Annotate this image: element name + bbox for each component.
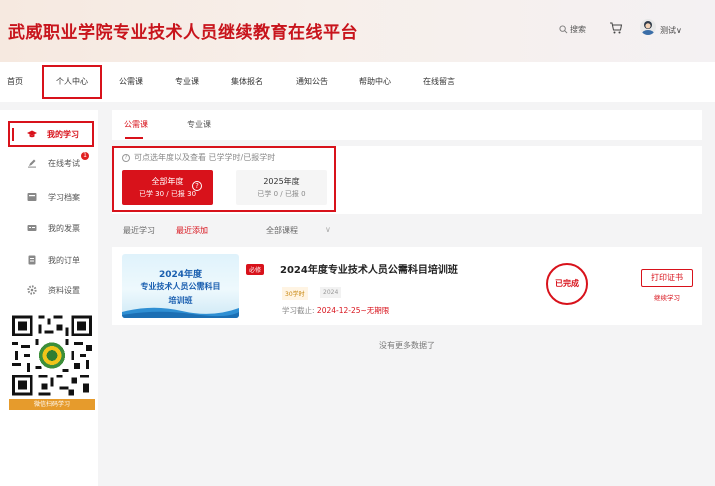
search-icon <box>559 25 568 34</box>
avatar[interactable] <box>640 19 656 35</box>
thumb-wave-decoration <box>122 307 239 318</box>
sidebar-item-label: 我的订单 <box>48 255 80 265</box>
active-indicator <box>12 128 14 141</box>
filter-recent-study[interactable]: 最近学习 <box>123 225 155 236</box>
qr-label: 微信扫码学习 <box>9 399 95 410</box>
year-hint: ? 可点选年度以及查看 已学学时/已报学时 <box>122 152 275 163</box>
main-nav: 首页 个人中心 公需课 专业课 集体报名 通知公告 帮助中心 在线留言 <box>0 62 715 102</box>
thumb-subtitle: 专业技术人员公需科目 <box>140 282 221 291</box>
tab-public-courses[interactable]: 公需课 <box>124 119 148 130</box>
graduation-cap-icon <box>27 130 37 138</box>
deadline-label: 学习截止: <box>282 306 315 315</box>
order-icon <box>28 255 36 265</box>
print-certificate-button[interactable]: 打印证书 <box>641 269 693 287</box>
sidebar-item-label: 我的学习 <box>47 129 79 139</box>
course-title[interactable]: 2024年度专业技术人员公需科目培训班 <box>280 261 458 276</box>
required-tag: 必修 <box>246 264 265 275</box>
year-card-all[interactable]: 全部年度 已学 30 / 已报 30 ? <box>122 170 213 205</box>
sidebar-item-my-study[interactable]: 我的学习 <box>8 121 94 147</box>
sidebar-item-online-exam[interactable]: 在线考试 1 <box>0 150 98 176</box>
nav-item-notices[interactable]: 通知公告 <box>296 62 328 102</box>
question-icon: ? <box>122 153 130 162</box>
nav-item-messages[interactable]: 在线留言 <box>423 62 455 102</box>
search-label: 搜索 <box>570 25 586 34</box>
year-card-2025[interactable]: 2025年度 已学 0 / 已报 0 <box>236 170 327 205</box>
wechat-qr-card: 微信扫码学习 <box>9 312 95 410</box>
no-more-data: 没有更多数据了 <box>379 341 435 350</box>
course-filters: 最近学习 最近添加 全部课程 ∨ <box>112 222 702 238</box>
header: 武威职业学院专业技术人员继续教育在线平台 搜索 测试∨ <box>0 0 715 62</box>
nav-item-professional-courses[interactable]: 专业课 <box>175 62 199 102</box>
course-card: 2024年度 专业技术人员公需科目 培训班 必修 2024年度专业技术人员公需科… <box>112 247 702 325</box>
year-tag: 2024 <box>320 287 342 298</box>
archive-icon <box>27 193 37 201</box>
qr-code <box>9 312 95 399</box>
active-tab-underline <box>125 137 143 139</box>
sidebar-item-label: 我的发票 <box>48 223 80 233</box>
year-card-hours: 已学 0 / 已报 0 <box>257 190 306 198</box>
avatar-icon <box>642 21 654 35</box>
user-menu[interactable]: 测试∨ <box>660 25 682 36</box>
sidebar-item-profile-settings[interactable]: 资料设置 <box>0 277 98 303</box>
nav-item-home[interactable]: 首页 <box>7 62 23 102</box>
course-thumbnail[interactable]: 2024年度 专业技术人员公需科目 培训班 <box>122 254 239 318</box>
exam-count-badge: 1 <box>81 152 89 160</box>
cart-icon[interactable] <box>609 21 623 35</box>
year-selector: ? 可点选年度以及查看 已学学时/已报学时 全部年度 已学 30 / 已报 30… <box>112 146 702 214</box>
study-deadline: 学习截止: 2024-12-25~无期限 <box>282 305 389 316</box>
nav-item-personal-center[interactable]: 个人中心 <box>42 65 102 99</box>
completed-stamp: 已完成 <box>546 263 588 305</box>
nav-item-public-courses[interactable]: 公需课 <box>119 62 143 102</box>
filter-recent-added[interactable]: 最近添加 <box>176 225 208 236</box>
pen-icon <box>28 159 36 168</box>
sidebar-item-study-archive[interactable]: 学习档案 <box>0 184 98 210</box>
year-card-hours: 已学 30 / 已报 30 <box>138 190 197 198</box>
help-icon[interactable]: ? <box>192 181 202 191</box>
site-title[interactable]: 武威职业学院专业技术人员继续教育在线平台 <box>8 18 358 43</box>
sidebar-item-label: 学习档案 <box>48 192 80 202</box>
course-tabs: 公需课 专业课 <box>112 110 702 140</box>
gear-icon <box>27 285 37 295</box>
invoice-icon <box>27 225 37 231</box>
nav-item-help[interactable]: 帮助中心 <box>359 62 391 102</box>
chevron-down-icon[interactable]: ∨ <box>325 225 331 234</box>
sidebar-item-label: 在线考试 <box>48 158 80 168</box>
hours-tag: 30学时 <box>282 287 308 300</box>
year-card-title: 2025年度 <box>263 177 300 186</box>
thumb-year: 2024年度 <box>158 270 203 280</box>
filter-all-courses[interactable]: 全部课程 <box>266 225 298 236</box>
deadline-value: 2024-12-25~无期限 <box>316 306 390 315</box>
nav-item-group-signup[interactable]: 集体报名 <box>231 62 263 102</box>
tab-professional-courses[interactable]: 专业课 <box>187 119 211 130</box>
sidebar-item-my-invoice[interactable]: 我的发票 <box>0 215 98 241</box>
sidebar: 我的学习 在线考试 1 学习档案 我的发票 我的订单 资料设置 微信扫码学习 <box>0 110 98 486</box>
continue-study-link[interactable]: 继续学习 <box>641 292 693 302</box>
search-button[interactable]: 搜索 <box>559 24 586 35</box>
sidebar-item-my-orders[interactable]: 我的订单 <box>0 247 98 273</box>
hint-text: 可点选年度以及查看 已学学时/已报学时 <box>134 153 276 162</box>
sidebar-item-label: 资料设置 <box>48 285 80 295</box>
